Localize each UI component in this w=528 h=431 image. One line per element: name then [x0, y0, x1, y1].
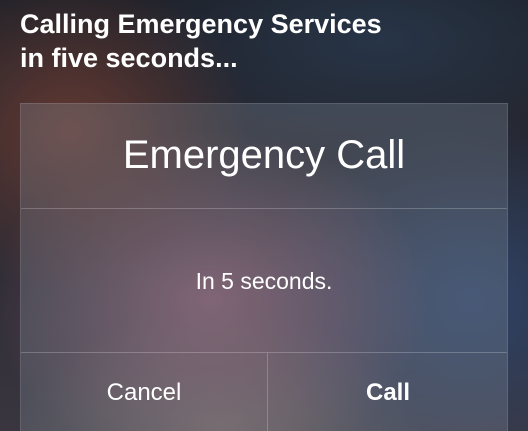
call-button[interactable]: Call: [268, 353, 508, 431]
siri-response-line-2: in five seconds...: [20, 43, 238, 73]
alert-title: Emergency Call: [122, 133, 406, 177]
cancel-button[interactable]: Cancel: [21, 353, 267, 431]
siri-response-line-1: Calling Emergency Services: [20, 9, 382, 39]
emergency-call-alert: Emergency Call In 5 seconds. Cancel Call: [20, 103, 508, 431]
alert-message: In 5 seconds.: [195, 267, 333, 294]
siri-response-text: Calling Emergency Services in five secon…: [20, 7, 510, 75]
